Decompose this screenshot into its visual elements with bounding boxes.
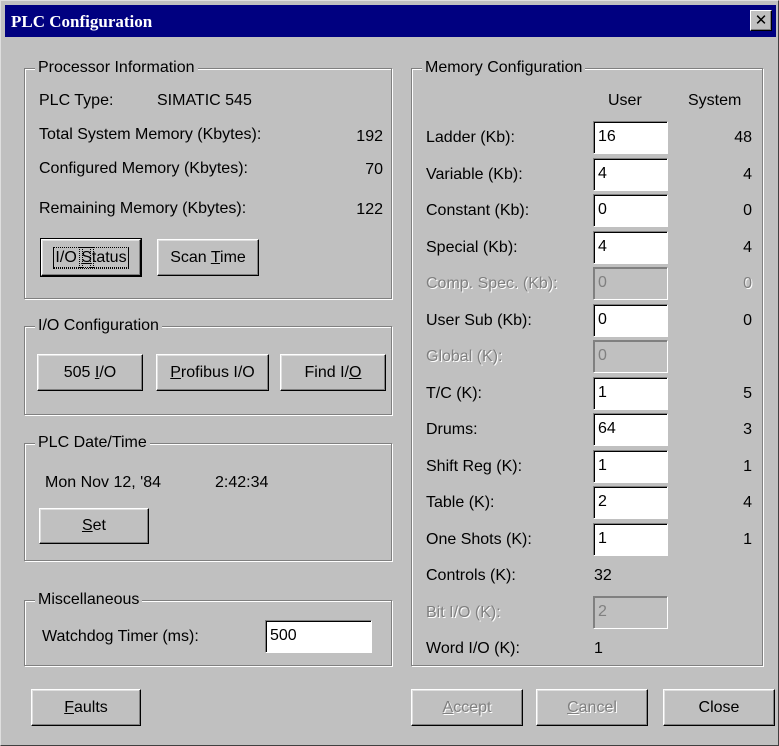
- memory-row-user-input-bit-i-o-k[interactable]: 2: [593, 596, 668, 629]
- 505-io-button[interactable]: 505 I/O: [37, 354, 143, 391]
- memory-row-label-bit-i-o-k: Bit I/O (K):: [426, 604, 501, 621]
- memory-row-system-value-one-shots-k: 1: [743, 531, 752, 548]
- plc-type-value: SIMATIC 545: [157, 92, 252, 109]
- memory-row-label-drums: Drums:: [426, 421, 478, 438]
- scan-time-button[interactable]: Scan Time: [157, 239, 259, 276]
- memory-configuration-group: Memory Configuration User System Ladder …: [411, 58, 763, 666]
- processor-information-group: Processor Information PLC Type: SIMATIC …: [24, 58, 392, 299]
- io-configuration-legend: I/O Configuration: [35, 316, 162, 336]
- io-status-button[interactable]: I/O Status: [40, 238, 142, 277]
- find-io-button[interactable]: Find I/O: [280, 354, 386, 391]
- memory-row-system-value-variable-kb: 4: [743, 166, 752, 183]
- processor-information-legend: Processor Information: [35, 58, 198, 78]
- plc-date-time-legend: PLC Date/Time: [35, 433, 150, 453]
- memory-row-user-input-user-sub-kb[interactable]: 0: [593, 304, 668, 337]
- memory-row-user-input-table-k[interactable]: 2: [593, 486, 668, 519]
- memory-row-label-word-i-o-k: Word I/O (K):: [426, 640, 520, 657]
- memory-row-label-global-k: Global (K):: [426, 348, 503, 365]
- faults-button[interactable]: Faults: [31, 689, 141, 726]
- configured-memory-value: 70: [365, 161, 383, 178]
- io-configuration-group: I/O Configuration 505 I/O Profibus I/O F…: [24, 316, 392, 415]
- close-window-button[interactable]: ✕: [750, 10, 772, 31]
- watchdog-timer-input[interactable]: 500: [265, 620, 372, 653]
- close-button[interactable]: Close: [663, 689, 775, 726]
- close-button-label: Close: [698, 698, 740, 716]
- memory-row-label-shift-reg-k: Shift Reg (K):: [426, 458, 523, 475]
- memory-row-system-value-constant-kb: 0: [743, 202, 752, 219]
- memory-row-label-ladder-kb: Ladder (Kb):: [426, 129, 515, 146]
- memory-row-label-table-k: Table (K):: [426, 494, 495, 511]
- watchdog-timer-label: Watchdog Timer (ms):: [42, 628, 199, 645]
- memory-row-label-user-sub-kb: User Sub (Kb):: [426, 312, 532, 329]
- find-io-button-label: Find I/O: [304, 363, 362, 381]
- accept-button-label: Accept: [442, 698, 492, 716]
- miscellaneous-group: Miscellaneous Watchdog Timer (ms): 500: [24, 590, 392, 666]
- profibus-io-button[interactable]: Profibus I/O: [156, 354, 269, 391]
- memory-configuration-legend: Memory Configuration: [422, 58, 586, 78]
- memory-row-system-value-shift-reg-k: 1: [743, 458, 752, 475]
- remaining-memory-value: 122: [356, 201, 383, 218]
- memory-row-user-input-shift-reg-k[interactable]: 1: [593, 450, 668, 483]
- plc-time-value: 2:42:34: [215, 474, 269, 491]
- memory-row-label-one-shots-k: One Shots (K):: [426, 531, 532, 548]
- memory-row-label-t-c-k: T/C (K):: [426, 385, 482, 402]
- memory-row-system-value-user-sub-kb: 0: [743, 312, 752, 329]
- memory-row-user-input-t-c-k[interactable]: 1: [593, 377, 668, 410]
- memory-row-system-value-special-kb: 4: [743, 239, 752, 256]
- memory-row-user-input-global-k[interactable]: 0: [593, 340, 668, 373]
- memory-row-user-input-one-shots-k[interactable]: 1: [593, 523, 668, 556]
- memory-row-user-input-special-kb[interactable]: 4: [593, 231, 668, 264]
- 505-io-button-label: 505 I/O: [63, 363, 117, 381]
- close-icon: ✕: [754, 11, 768, 29]
- total-memory-label: Total System Memory (Kbytes):: [39, 126, 262, 143]
- cancel-button-label: Cancel: [567, 698, 617, 716]
- configured-memory-label: Configured Memory (Kbytes):: [39, 160, 248, 177]
- memory-row-user-input-comp-spec-kb[interactable]: 0: [593, 267, 668, 300]
- total-memory-value: 192: [356, 128, 383, 145]
- memory-row-user-value-word-i-o-k: 1: [594, 640, 603, 657]
- plc-type-label: PLC Type:: [39, 92, 114, 109]
- system-column-header: System: [688, 92, 742, 109]
- memory-row-user-input-constant-kb[interactable]: 0: [593, 194, 668, 227]
- memory-row-system-value-ladder-kb: 48: [734, 129, 752, 146]
- memory-row-system-value-drums: 3: [743, 421, 752, 438]
- set-date-time-button[interactable]: Set: [39, 508, 149, 544]
- miscellaneous-legend: Miscellaneous: [35, 590, 143, 610]
- memory-row-user-value-controls-k: 32: [594, 567, 612, 584]
- memory-row-label-special-kb: Special (Kb):: [426, 239, 518, 256]
- memory-row-user-input-ladder-kb[interactable]: 16: [593, 121, 668, 154]
- profibus-io-button-label: Profibus I/O: [170, 363, 255, 381]
- io-status-button-label: I/O Status: [53, 246, 129, 269]
- accept-button[interactable]: Accept: [411, 689, 523, 726]
- plc-date-value: Mon Nov 12, '84: [45, 474, 162, 491]
- plc-date-time-group: PLC Date/Time Mon Nov 12, '84 2:42:34 Se…: [24, 433, 392, 561]
- scan-time-button-label: Scan Time: [170, 248, 246, 266]
- window-title: PLC Configuration: [11, 12, 153, 31]
- title-bar[interactable]: PLC Configuration ✕: [5, 5, 776, 37]
- memory-row-system-value-t-c-k: 5: [743, 385, 752, 402]
- faults-button-label: Faults: [64, 698, 108, 716]
- memory-row-label-variable-kb: Variable (Kb):: [426, 166, 523, 183]
- memory-row-label-comp-spec-kb: Comp. Spec. (Kb):: [426, 275, 558, 292]
- cancel-button[interactable]: Cancel: [536, 689, 648, 726]
- plc-configuration-dialog: PLC Configuration ✕ Processor Informatio…: [0, 0, 779, 746]
- memory-row-label-constant-kb: Constant (Kb):: [426, 202, 530, 219]
- user-column-header: User: [608, 92, 642, 109]
- set-button-label: Set: [81, 517, 106, 534]
- memory-row-user-input-drums[interactable]: 64: [593, 413, 668, 446]
- memory-row-user-input-variable-kb[interactable]: 4: [593, 158, 668, 191]
- memory-row-label-controls-k: Controls (K):: [426, 567, 516, 584]
- memory-row-system-value-table-k: 4: [743, 494, 752, 511]
- memory-row-system-value-comp-spec-kb: 0: [743, 275, 752, 292]
- remaining-memory-label: Remaining Memory (Kbytes):: [39, 200, 247, 217]
